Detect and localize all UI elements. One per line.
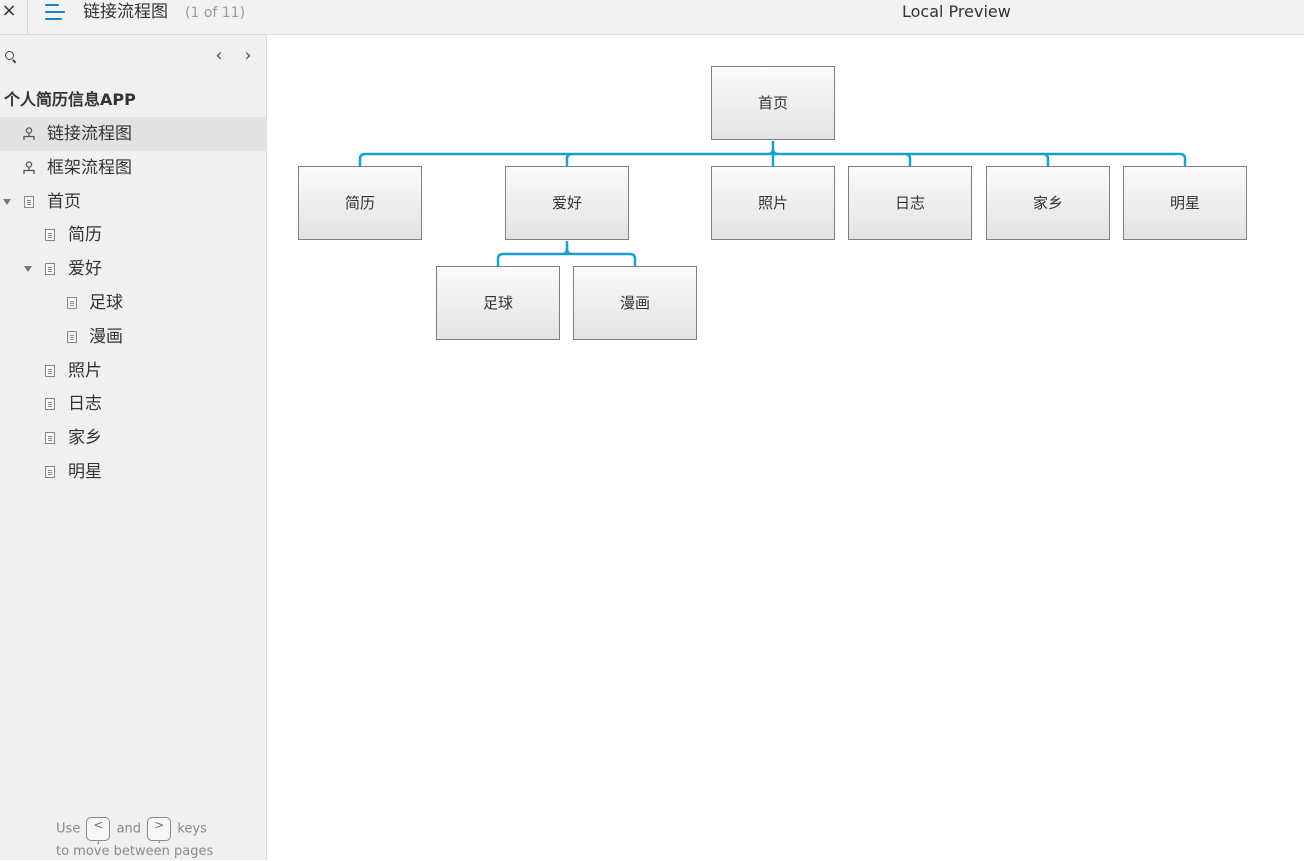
sidebar-item-label: 明星 — [68, 462, 102, 482]
sidebar-item-label: 照片 — [68, 361, 102, 381]
sidebar-item-football[interactable]: 足球 — [0, 286, 266, 320]
connector-hobby-children — [496, 241, 637, 266]
page-icon — [45, 398, 55, 410]
sidebar-item-star[interactable]: 明星 — [0, 455, 266, 489]
sidebar-item-link-flowchart[interactable]: 链接流程图 — [0, 117, 266, 151]
sidebar-item-photo[interactable]: 照片 — [0, 354, 266, 388]
hint-use: Use — [56, 821, 81, 837]
sidebar-item-home[interactable]: 首页 — [0, 185, 266, 219]
project-name: 个人简历信息APP — [4, 90, 136, 109]
node-diary[interactable]: 日志 — [848, 166, 972, 240]
sidebar-item-label: 日志 — [68, 394, 102, 414]
sidebar-item-label: 足球 — [89, 293, 123, 313]
key-next-icon: > . — [147, 817, 172, 846]
sidebar-item-hobby[interactable]: 爱好 — [0, 252, 266, 286]
page-icon — [24, 196, 34, 208]
page-title: 链接流程图 — [83, 2, 168, 22]
node-hometown[interactable]: 家乡 — [986, 166, 1110, 240]
connector-lines — [358, 141, 1187, 266]
next-page-button[interactable]: › — [238, 44, 258, 68]
sidebar-item-comic[interactable]: 漫画 — [0, 320, 266, 354]
key-prev-icon: < , — [86, 817, 111, 846]
node-photo[interactable]: 照片 — [711, 166, 835, 240]
hint-line: Use < , and > . keys — [56, 817, 207, 846]
sidebar-item-label: 爱好 — [68, 259, 102, 279]
sidebar-item-frame-flowchart[interactable]: 框架流程图 — [0, 151, 266, 185]
page-icon — [45, 229, 55, 241]
page-icon — [45, 466, 55, 478]
sidebar-item-label: 链接流程图 — [47, 124, 132, 144]
node-star[interactable]: 明星 — [1123, 166, 1247, 240]
prev-page-button[interactable]: ‹ — [209, 44, 229, 68]
sidebar-item-label: 简历 — [68, 225, 102, 245]
flowchart-icon — [23, 127, 35, 140]
sidebar: ‹ › 个人简历信息APP 链接流程图 框架流程图 首页 简历 爱好 足球 漫画… — [0, 35, 267, 860]
top-bar: × 链接流程图 (1 of 11) Local Preview — [0, 0, 1304, 35]
sidebar-item-diary[interactable]: 日志 — [0, 387, 266, 421]
hint-and: and — [116, 821, 142, 837]
sidebar-item-resume[interactable]: 简历 — [0, 218, 266, 252]
menu-icon[interactable] — [45, 3, 67, 21]
close-icon[interactable]: × — [0, 0, 18, 24]
page-icon — [67, 297, 77, 309]
sidebar-item-label: 框架流程图 — [47, 158, 132, 178]
hint-keys: keys — [177, 821, 207, 837]
diagram-canvas: 首页 简历 爱好 照片 日志 家乡 明星 足球 漫画 — [267, 35, 1304, 860]
node-comic[interactable]: 漫画 — [573, 266, 697, 340]
node-football[interactable]: 足球 — [436, 266, 560, 340]
node-hobby[interactable]: 爱好 — [505, 166, 629, 240]
connector-home-children — [358, 141, 1187, 166]
preview-title: Local Preview — [902, 2, 1011, 21]
hint-line-2: to move between pages — [56, 844, 214, 859]
page-icon — [45, 365, 55, 377]
page-count: (1 of 11) — [185, 5, 246, 21]
page-icon — [67, 331, 77, 343]
topbar-divider — [27, 0, 28, 34]
node-home[interactable]: 首页 — [711, 66, 835, 140]
sidebar-item-label: 漫画 — [89, 327, 123, 347]
sidebar-item-label: 家乡 — [68, 428, 102, 448]
sidebar-item-hometown[interactable]: 家乡 — [0, 421, 266, 455]
flowchart-icon — [23, 161, 35, 174]
caret-down-icon[interactable] — [24, 266, 32, 272]
node-resume[interactable]: 简历 — [298, 166, 422, 240]
search-icon[interactable] — [5, 51, 17, 63]
caret-down-icon[interactable] — [3, 199, 11, 205]
page-icon — [45, 432, 55, 444]
sidebar-item-label: 首页 — [47, 192, 81, 212]
page-icon — [45, 263, 55, 275]
